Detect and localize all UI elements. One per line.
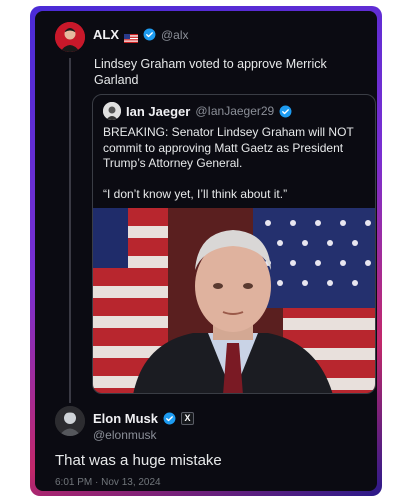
musk-avatar[interactable] xyxy=(55,406,85,436)
quoted-post-header: Ian Jaeger @IanJaeger29 xyxy=(103,102,292,120)
quoted-post-paragraph-1: BREAKING: Senator Lindsey Graham will NO… xyxy=(103,125,354,170)
x-affiliate-badge-icon: X xyxy=(181,412,195,425)
verified-badge-icon xyxy=(143,28,156,41)
verified-badge-icon xyxy=(163,412,176,425)
alx-handle[interactable]: @alx xyxy=(161,28,189,42)
quoted-post-photo[interactable] xyxy=(93,208,375,393)
quoted-post[interactable]: Ian Jaeger @IanJaeger29 BREAKING: Senato… xyxy=(92,94,376,394)
musk-handle[interactable]: @elonmusk xyxy=(93,428,157,442)
reply-text: That was a huge mistake xyxy=(55,452,222,469)
verified-badge-icon xyxy=(279,105,292,118)
ian-display-name[interactable]: Ian Jaeger xyxy=(126,104,190,119)
thread-line xyxy=(69,58,71,403)
alx-display-name[interactable]: ALX xyxy=(93,27,119,42)
ian-avatar[interactable] xyxy=(103,102,121,120)
quoted-post-text: BREAKING: Senator Lindsey Graham will NO… xyxy=(103,125,369,217)
post-card: ALX @alx Lindsey Graham voted to approve… xyxy=(35,11,377,491)
musk-display-name[interactable]: Elon Musk xyxy=(93,411,158,426)
main-post-header: ALX @alx xyxy=(93,27,189,43)
alx-avatar[interactable] xyxy=(55,22,85,52)
main-post-text: Lindsey Graham voted to approve Merrick … xyxy=(94,57,327,87)
reply-timestamp[interactable]: 6:01 PM · Nov 13, 2024 xyxy=(55,477,161,488)
reply-header: Elon Musk X xyxy=(93,411,195,426)
ian-handle[interactable]: @IanJaeger29 xyxy=(195,104,274,118)
us-flag-icon xyxy=(124,30,138,43)
quoted-post-paragraph-2: “I don’t know yet, I’ll think about it.” xyxy=(103,186,288,201)
gradient-frame: ALX @alx Lindsey Graham voted to approve… xyxy=(30,6,382,496)
